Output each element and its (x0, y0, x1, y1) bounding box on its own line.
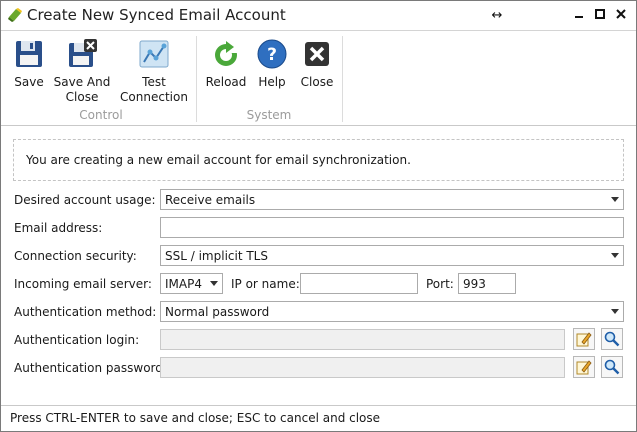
server-ip-input[interactable] (300, 273, 418, 294)
ip-or-name-label: IP or name: (231, 277, 300, 291)
account-usage-select[interactable]: Receive emails (160, 189, 624, 210)
connection-security-select[interactable]: SSL / implicit TLS (160, 245, 624, 266)
save-button[interactable]: Save (11, 38, 47, 90)
app-logo-icon (8, 8, 22, 22)
lookup-login-button[interactable] (601, 328, 623, 350)
chevron-down-icon (611, 197, 619, 202)
auth-method-label: Authentication method: (14, 305, 157, 319)
help-button[interactable]: ? Help (255, 38, 289, 90)
ribbon-toolbar: Save Save And Close Test Connection Cont… (1, 32, 636, 126)
chevron-down-icon (210, 281, 218, 286)
title-bar[interactable]: Create New Synced Email Account ↔ (1, 1, 636, 31)
group-separator (196, 36, 197, 122)
edit-login-button[interactable] (573, 328, 595, 350)
auth-login-input[interactable] (160, 329, 565, 350)
svg-text:?: ? (267, 45, 277, 65)
minimize-button[interactable] (571, 8, 587, 24)
group-label-system: System (246, 108, 292, 122)
magnifier-search-icon (604, 331, 620, 347)
reload-icon (215, 41, 238, 66)
test-connection-button[interactable]: Test Connection (119, 38, 189, 105)
port-label: Port: (426, 277, 454, 291)
status-hint: Press CTRL-ENTER to save and close; ESC … (10, 411, 381, 425)
dialog-window: Create New Synced Email Account ↔ Save S… (0, 0, 637, 432)
protocol-select[interactable]: IMAP4 (160, 273, 223, 294)
group-separator (342, 36, 343, 122)
magnifier-search-icon (604, 359, 620, 375)
auth-password-label: Authentication password: (14, 361, 167, 375)
maximize-icon (595, 9, 605, 19)
pencil-edit-icon (576, 332, 592, 347)
maximize-button[interactable] (592, 8, 608, 24)
form-area: You are creating a new email account for… (1, 127, 636, 405)
auth-method-select[interactable]: Normal password (160, 301, 624, 322)
floppy-disk-close-icon (69, 39, 97, 67)
auth-login-label: Authentication login: (14, 333, 140, 347)
chevron-down-icon (611, 253, 619, 258)
group-label-control: Control (79, 108, 123, 122)
floppy-disk-icon (16, 41, 42, 67)
port-input[interactable]: 993 (458, 273, 516, 294)
connection-security-label: Connection security: (14, 249, 137, 263)
info-box: You are creating a new email account for… (13, 139, 624, 181)
close-window-button[interactable] (613, 8, 629, 24)
pencil-edit-icon (576, 360, 592, 375)
help-icon: ? (257, 39, 287, 69)
reload-button[interactable]: Reload (205, 38, 247, 90)
incoming-server-label: Incoming email server: (14, 277, 152, 291)
restore-size-button[interactable]: ↔ (489, 8, 505, 24)
close-icon (305, 42, 329, 66)
close-button[interactable]: Close (299, 38, 335, 90)
lookup-password-button[interactable] (601, 356, 623, 378)
account-usage-label: Desired account usage: (14, 193, 156, 207)
auth-password-input[interactable] (160, 357, 565, 378)
network-test-icon (139, 40, 169, 68)
window-title: Create New Synced Email Account (27, 6, 286, 24)
email-address-label: Email address: (14, 221, 103, 235)
status-bar: Press CTRL-ENTER to save and close; ESC … (1, 405, 636, 431)
close-icon (616, 9, 626, 19)
save-and-close-button[interactable]: Save And Close (53, 38, 111, 105)
info-message: You are creating a new email account for… (26, 153, 411, 167)
edit-password-button[interactable] (573, 356, 595, 378)
email-address-input[interactable] (160, 217, 624, 238)
minimize-icon (575, 16, 583, 18)
chevron-down-icon (611, 309, 619, 314)
